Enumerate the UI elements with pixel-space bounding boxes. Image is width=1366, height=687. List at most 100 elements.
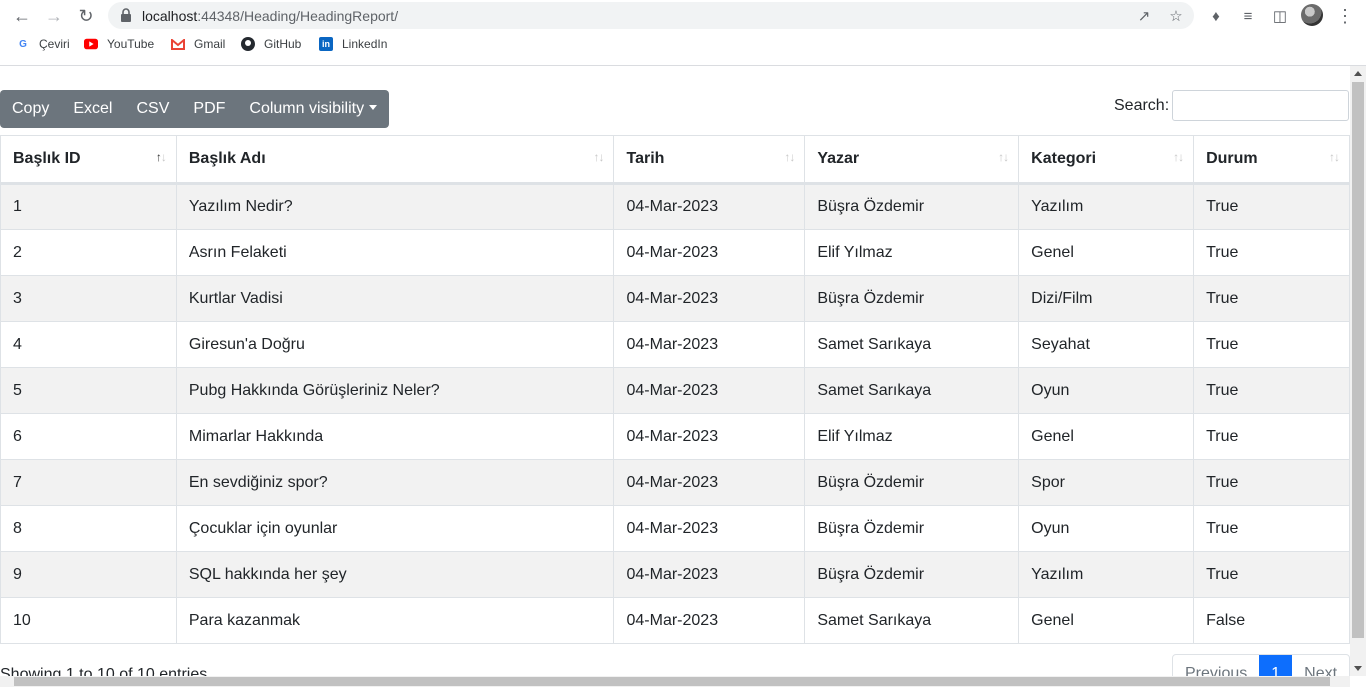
bookmark-gmail[interactable]: Gmail xyxy=(171,37,225,51)
lock-icon xyxy=(121,8,131,22)
cell-id: 1 xyxy=(0,183,177,230)
search-input[interactable] xyxy=(1172,90,1349,121)
column-visibility-button[interactable]: Column visibility xyxy=(237,90,389,128)
heading-table: Başlık ID ↑↓ Başlık Adı ↑↓ Tarih ↑↓ Yazar ↑↓… xyxy=(0,135,1350,644)
table-row: 4 Giresun'a Doğru 04-Mar-2023 Samet Sarıkay… xyxy=(0,321,1350,368)
table-row: 10 Para kazanmak 04-Mar-2023 Samet Sarıkaya… xyxy=(0,597,1350,644)
search-label: Search: xyxy=(1114,97,1170,114)
cell-id: 9 xyxy=(0,551,177,598)
cell-author: Büşra Özdemir xyxy=(804,505,1020,552)
cell-category: Genel xyxy=(1018,597,1195,644)
bookmark-label: LinkedIn xyxy=(342,37,388,51)
cell-author: Samet Sarıkaya xyxy=(804,321,1020,368)
column-header-title[interactable]: Başlık Adı ↑↓ xyxy=(175,135,615,185)
cell-status: True xyxy=(1193,459,1350,506)
column-header-status[interactable]: Durum ↑↓ xyxy=(1193,135,1350,185)
reload-icon[interactable]: ↻ xyxy=(74,4,98,28)
bookmark-youtube[interactable]: YouTube xyxy=(84,37,154,51)
sort-icon: ↑↓ xyxy=(1173,150,1184,164)
sort-asc-icon: ↑↓ xyxy=(155,150,167,164)
header-label: Yazar xyxy=(817,150,860,167)
cell-author: Samet Sarıkaya xyxy=(804,367,1020,414)
export-button-group: Copy Excel CSV PDF Column visibility xyxy=(0,90,390,128)
extensions-icon[interactable]: ♦ xyxy=(1204,4,1228,28)
url-text: localhost:44348/Heading/HeadingReport/ xyxy=(142,8,399,24)
bookmark-github[interactable]: GitHub xyxy=(241,37,301,51)
column-header-category[interactable]: Kategori ↑↓ xyxy=(1018,135,1195,185)
address-bar[interactable]: localhost:44348/Heading/HeadingReport/ ↗… xyxy=(108,2,1194,29)
vertical-scroll-thumb[interactable] xyxy=(1352,82,1364,638)
share-icon[interactable]: ↗ xyxy=(1134,6,1154,26)
cell-author: Elif Yılmaz xyxy=(804,229,1020,276)
cell-date: 04-Mar-2023 xyxy=(613,183,806,230)
cell-title: Mimarlar Hakkında xyxy=(175,413,615,460)
table-row: 6 Mimarlar Hakkında 04-Mar-2023 Elif Yılmaz… xyxy=(0,413,1350,460)
cell-id: 5 xyxy=(0,367,177,414)
cell-title: En sevdiğiniz spor? xyxy=(175,459,615,506)
horizontal-scrollbar[interactable] xyxy=(0,676,1350,687)
avatar[interactable] xyxy=(1301,4,1323,26)
bookmark-label: Çeviri xyxy=(39,37,70,51)
cell-date: 04-Mar-2023 xyxy=(613,367,806,414)
cell-author: Büşra Özdemir xyxy=(804,459,1020,506)
header-label: Başlık Adı xyxy=(188,150,266,167)
cell-status: True xyxy=(1193,505,1350,552)
cell-status: True xyxy=(1193,413,1350,460)
scroll-up-icon[interactable] xyxy=(1354,71,1362,76)
media-icon[interactable]: ≡ xyxy=(1236,4,1260,28)
table-row: 3 Kurtlar Vadisi 04-Mar-2023 Büşra Özdemir D… xyxy=(0,275,1350,322)
cell-status: True xyxy=(1193,551,1350,598)
excel-button[interactable]: Excel xyxy=(61,90,124,128)
cell-id: 7 xyxy=(0,459,177,506)
bookmark-label: YouTube xyxy=(107,37,155,51)
bookmark-label: Gmail xyxy=(194,37,226,51)
gmail-icon xyxy=(171,37,185,51)
cell-id: 8 xyxy=(0,505,177,552)
back-arrow-icon[interactable]: ← xyxy=(10,4,34,28)
cell-date: 04-Mar-2023 xyxy=(613,275,806,322)
bookmark-linkedin[interactable]: in LinkedIn xyxy=(319,37,387,51)
browser-chrome: ← → ↻ localhost:44348/Heading/HeadingRep… xyxy=(0,0,1366,66)
column-header-date[interactable]: Tarih ↑↓ xyxy=(613,135,806,185)
table-row: 9 SQL hakkında her şey 04-Mar-2023 Büşra Öz… xyxy=(0,551,1350,598)
cell-status: True xyxy=(1193,321,1350,368)
cell-category: Yazılım xyxy=(1018,183,1195,230)
cell-author: Büşra Özdemir xyxy=(804,183,1020,230)
pagination: Previous 1 Next xyxy=(1172,654,1350,676)
menu-icon[interactable]: ⋮ xyxy=(1333,4,1357,28)
forward-arrow-icon[interactable]: → xyxy=(42,4,66,28)
cell-status: True xyxy=(1193,183,1350,230)
column-visibility-label: Column visibility xyxy=(249,100,365,117)
side-panel-icon[interactable]: ◫ xyxy=(1268,4,1292,28)
table-row: 1 Yazılım Nedir? 04-Mar-2023 Büşra Özdemir Y… xyxy=(0,183,1350,230)
google-icon: G xyxy=(19,38,27,50)
cell-date: 04-Mar-2023 xyxy=(613,413,806,460)
cell-author: Samet Sarıkaya xyxy=(804,597,1020,644)
column-header-author[interactable]: Yazar ↑↓ xyxy=(804,135,1020,185)
cell-date: 04-Mar-2023 xyxy=(613,459,806,506)
bookmark-ceviri[interactable]: G Çeviri xyxy=(16,37,70,51)
column-header-id[interactable]: Başlık ID ↑↓ xyxy=(0,135,177,185)
vertical-scrollbar[interactable] xyxy=(1350,66,1366,676)
previous-page-button[interactable]: Previous xyxy=(1173,655,1259,676)
table-header-row: Başlık ID ↑↓ Başlık Adı ↑↓ Tarih ↑↓ Yazar ↑↓… xyxy=(0,135,1350,185)
next-page-button[interactable]: Next xyxy=(1292,655,1349,676)
scroll-down-icon[interactable] xyxy=(1354,666,1362,671)
pdf-button[interactable]: PDF xyxy=(181,90,237,128)
cell-category: Dizi/Film xyxy=(1018,275,1195,322)
cell-title: Çocuklar için oyunlar xyxy=(175,505,615,552)
cell-title: SQL hakkında her şey xyxy=(175,551,615,598)
csv-button[interactable]: CSV xyxy=(124,90,181,128)
cell-category: Seyahat xyxy=(1018,321,1195,368)
copy-button[interactable]: Copy xyxy=(0,90,61,128)
cell-date: 04-Mar-2023 xyxy=(613,229,806,276)
page-1-button[interactable]: 1 xyxy=(1259,655,1293,676)
bookmark-label: GitHub xyxy=(264,37,302,51)
cell-author: Elif Yılmaz xyxy=(804,413,1020,460)
cell-title: Asrın Felaketi xyxy=(175,229,615,276)
table-row: 5 Pubg Hakkında Görüşleriniz Neler? 04-Mar… xyxy=(0,367,1350,414)
star-icon[interactable]: ☆ xyxy=(1166,6,1186,26)
table-row: 7 En sevdiğiniz spor? 04-Mar-2023 Büşra Özd… xyxy=(0,459,1350,506)
cell-category: Oyun xyxy=(1018,367,1195,414)
horizontal-scroll-thumb[interactable] xyxy=(14,677,1330,686)
